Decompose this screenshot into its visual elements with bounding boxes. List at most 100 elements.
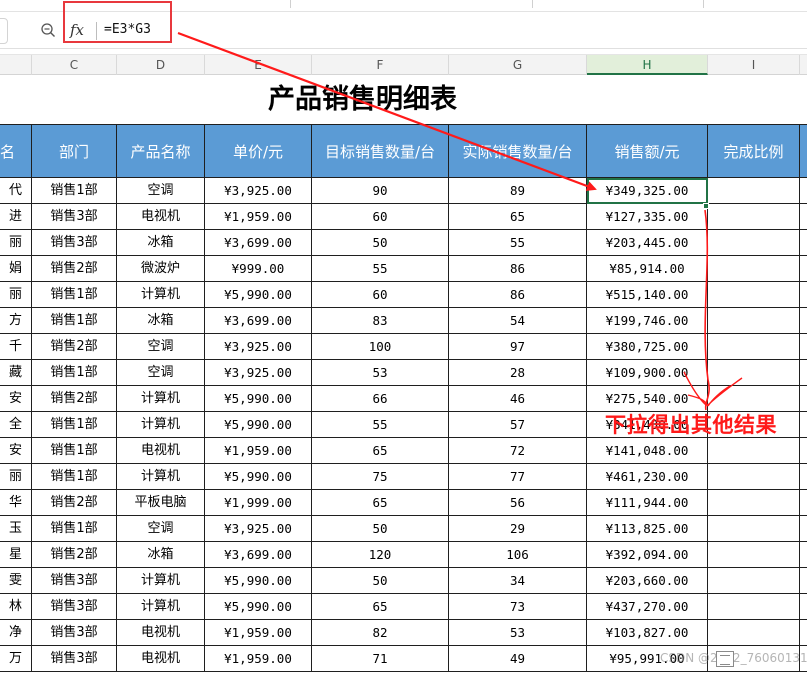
cell-dept[interactable]: 销售3部 — [32, 646, 117, 672]
cell-actual[interactable]: 56 — [449, 490, 587, 516]
cell-empty[interactable] — [800, 620, 807, 646]
zoom-icon[interactable] — [40, 22, 56, 38]
cell-empty[interactable] — [708, 230, 800, 256]
header-extra[interactable] — [800, 124, 807, 178]
cell-sales[interactable]: ¥380,725.00 — [587, 334, 708, 360]
column-header-i[interactable]: I — [708, 55, 800, 75]
cell-price[interactable]: ¥5,990.00 — [205, 386, 312, 412]
cell-price[interactable]: ¥5,990.00 — [205, 568, 312, 594]
cell-empty[interactable] — [800, 256, 807, 282]
cell-empty[interactable] — [708, 542, 800, 568]
cell-empty[interactable] — [800, 308, 807, 334]
cell-empty[interactable] — [800, 334, 807, 360]
cell-name[interactable]: 丽 — [0, 464, 32, 490]
cell-dept[interactable]: 销售1部 — [32, 308, 117, 334]
cell-empty[interactable] — [708, 282, 800, 308]
fill-handle[interactable] — [703, 203, 709, 209]
cell-dept[interactable]: 销售1部 — [32, 282, 117, 308]
cell-empty[interactable] — [708, 490, 800, 516]
cell-price[interactable]: ¥3,925.00 — [205, 516, 312, 542]
cell-price[interactable]: ¥1,959.00 — [205, 204, 312, 230]
cell-empty[interactable] — [800, 594, 807, 620]
cell-sales[interactable]: ¥437,270.00 — [587, 594, 708, 620]
cell-dept[interactable]: 销售3部 — [32, 568, 117, 594]
cell-empty[interactable] — [708, 568, 800, 594]
cell-dept[interactable]: 销售3部 — [32, 230, 117, 256]
cell-dept[interactable]: 销售1部 — [32, 438, 117, 464]
cell-product[interactable]: 计算机 — [117, 594, 205, 620]
cell-target[interactable]: 71 — [312, 646, 449, 672]
cell-actual[interactable]: 86 — [449, 282, 587, 308]
cell-name[interactable]: 进 — [0, 204, 32, 230]
cell-price[interactable]: ¥1,959.00 — [205, 646, 312, 672]
cell-actual[interactable]: 73 — [449, 594, 587, 620]
column-header-j[interactable] — [800, 55, 807, 75]
cell-product[interactable]: 计算机 — [117, 568, 205, 594]
cell-empty[interactable] — [800, 230, 807, 256]
cell-product[interactable]: 空调 — [117, 516, 205, 542]
cell-dept[interactable]: 销售2部 — [32, 490, 117, 516]
cell-target[interactable]: 66 — [312, 386, 449, 412]
cell-empty[interactable] — [708, 516, 800, 542]
cell-sales[interactable]: ¥127,335.00 — [587, 204, 708, 230]
cell-target[interactable]: 55 — [312, 412, 449, 438]
cell-empty[interactable] — [708, 620, 800, 646]
cell-empty[interactable] — [800, 568, 807, 594]
cell-price[interactable]: ¥999.00 — [205, 256, 312, 282]
cell-price[interactable]: ¥3,925.00 — [205, 360, 312, 386]
cell-target[interactable]: 55 — [312, 256, 449, 282]
cell-dept[interactable]: 销售2部 — [32, 334, 117, 360]
cell-target[interactable]: 50 — [312, 230, 449, 256]
cell-actual[interactable]: 28 — [449, 360, 587, 386]
cell-target[interactable]: 65 — [312, 438, 449, 464]
cell-actual[interactable]: 106 — [449, 542, 587, 568]
cell-actual[interactable]: 34 — [449, 568, 587, 594]
cell-dept[interactable]: 销售1部 — [32, 464, 117, 490]
cell-product[interactable]: 空调 — [117, 360, 205, 386]
paste-options-icon[interactable] — [716, 651, 734, 667]
cell-target[interactable]: 50 — [312, 516, 449, 542]
cell-actual[interactable]: 55 — [449, 230, 587, 256]
cell-dept[interactable]: 销售2部 — [32, 542, 117, 568]
cell-empty[interactable] — [708, 256, 800, 282]
cell-empty[interactable] — [708, 334, 800, 360]
cell-name[interactable]: 千 — [0, 334, 32, 360]
cell-name[interactable]: 娟 — [0, 256, 32, 282]
cell-sales[interactable]: ¥103,827.00 — [587, 620, 708, 646]
cell-price[interactable]: ¥1,999.00 — [205, 490, 312, 516]
cell-price[interactable]: ¥1,959.00 — [205, 438, 312, 464]
header-actual[interactable]: 实际销售数量/台 — [449, 124, 587, 178]
cell-actual[interactable]: 54 — [449, 308, 587, 334]
cell-price[interactable]: ¥5,990.00 — [205, 464, 312, 490]
header-name[interactable]: 名 — [0, 124, 32, 178]
cell-target[interactable]: 53 — [312, 360, 449, 386]
cell-empty[interactable] — [800, 542, 807, 568]
cell-name[interactable]: 玉 — [0, 516, 32, 542]
cell-name[interactable]: 方 — [0, 308, 32, 334]
cell-actual[interactable]: 49 — [449, 646, 587, 672]
header-sales[interactable]: 销售额/元 — [587, 124, 708, 178]
cell-actual[interactable]: 29 — [449, 516, 587, 542]
cell-product[interactable]: 空调 — [117, 334, 205, 360]
cell-target[interactable]: 83 — [312, 308, 449, 334]
cell-name[interactable]: 星 — [0, 542, 32, 568]
cell-price[interactable]: ¥3,925.00 — [205, 334, 312, 360]
cell-product[interactable]: 计算机 — [117, 282, 205, 308]
cell-name[interactable]: 万 — [0, 646, 32, 672]
cell-target[interactable]: 75 — [312, 464, 449, 490]
cell-empty[interactable] — [800, 204, 807, 230]
cell-target[interactable]: 50 — [312, 568, 449, 594]
cell-dept[interactable]: 销售3部 — [32, 620, 117, 646]
cell-empty[interactable] — [708, 178, 800, 204]
cell-name[interactable]: 代 — [0, 178, 32, 204]
cell-sales[interactable]: ¥203,445.00 — [587, 230, 708, 256]
cell-sales[interactable]: ¥199,746.00 — [587, 308, 708, 334]
cell-empty[interactable] — [708, 360, 800, 386]
cell-sales[interactable]: ¥109,900.00 — [587, 360, 708, 386]
cell-actual[interactable]: 86 — [449, 256, 587, 282]
column-header-b[interactable] — [0, 55, 32, 75]
cell-name[interactable]: 华 — [0, 490, 32, 516]
cell-sales[interactable]: ¥111,944.00 — [587, 490, 708, 516]
cell-actual[interactable]: 72 — [449, 438, 587, 464]
cell-name[interactable]: 林 — [0, 594, 32, 620]
